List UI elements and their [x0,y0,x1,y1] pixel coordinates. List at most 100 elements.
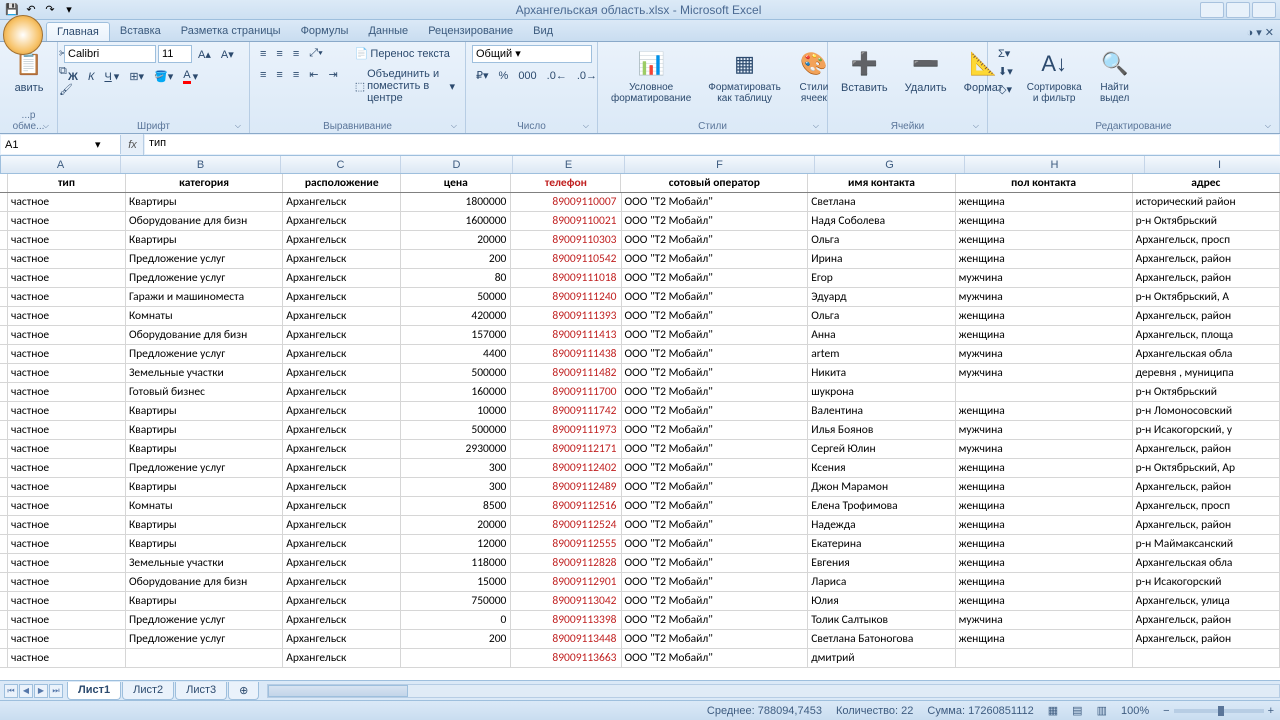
table-row[interactable]: частноеКомнатыАрхангельск850089009112516… [0,497,1280,516]
table-row[interactable]: частноеКомнатыАрхангельск420000890091113… [0,307,1280,326]
cell[interactable]: ООО "Т2 Мобайл" [622,611,809,629]
table-row[interactable]: частноеКвартирыАрхангельск75000089009113… [0,592,1280,611]
cell[interactable]: Архангельск [283,326,401,344]
cell[interactable]: Квартиры [126,478,283,496]
cell[interactable]: Евгения [808,554,955,572]
cell[interactable]: Лариса [808,573,955,591]
cell[interactable]: Эдуард [808,288,955,306]
cell[interactable]: 500000 [401,364,511,382]
cell[interactable]: ООО "Т2 Мобайл" [622,421,809,439]
cell[interactable]: Предложение услуг [126,269,283,287]
cell[interactable]: Надя Соболева [808,212,955,230]
cell[interactable]: частное [8,288,126,306]
header-cell[interactable]: тип [8,174,126,192]
cell[interactable]: частное [8,231,126,249]
office-button[interactable] [3,15,43,55]
cell[interactable]: 89009111973 [511,421,621,439]
cell[interactable]: Никита [808,364,955,382]
cell[interactable]: ООО "Т2 Мобайл" [622,459,809,477]
cell[interactable]: частное [8,383,126,401]
cell[interactable]: Анна [808,326,955,344]
align-middle-icon[interactable]: ≡ [272,45,286,62]
delete-cells-button[interactable]: ➖Удалить [898,45,954,97]
increase-font-icon[interactable]: A▴ [194,46,215,63]
cell[interactable]: частное [8,212,126,230]
cell[interactable]: ООО "Т2 Мобайл" [622,516,809,534]
cell[interactable]: 750000 [401,592,511,610]
fx-button[interactable]: fx [122,134,144,155]
cell[interactable]: 89009110303 [511,231,621,249]
sheet-tab[interactable]: Лист3 [175,682,227,700]
header-cell[interactable]: телефон [511,174,621,192]
header-cell[interactable]: сотовый оператор [621,174,808,192]
cell[interactable]: Архангельск [283,516,401,534]
cell[interactable]: Архангельск [283,573,401,591]
table-row[interactable]: частноеПредложение услугАрхангельск80890… [0,269,1280,288]
cell[interactable]: шукрона [808,383,955,401]
cell[interactable]: 200 [401,250,511,268]
cell[interactable]: женщина [956,630,1133,648]
table-row[interactable]: частноеОборудование для бизнАрхангельск1… [0,573,1280,592]
wrap-text-button[interactable]: 📄 Перенос текста [351,45,459,62]
cell[interactable]: деревня , муниципа [1133,364,1280,382]
view-normal-icon[interactable]: ▦ [1048,704,1058,717]
cell[interactable]: 89009110007 [511,193,621,211]
autosum-icon[interactable]: Σ▾ [994,45,1017,62]
cell[interactable]: Предложение услуг [126,250,283,268]
table-row[interactable]: частноеГотовый бизнесАрхангельск16000089… [0,383,1280,402]
cell[interactable]: 0 [401,611,511,629]
cell[interactable]: Квартиры [126,231,283,249]
cell[interactable]: Квартиры [126,440,283,458]
cell[interactable]: частное [8,326,126,344]
decrease-font-icon[interactable]: A▾ [217,46,238,63]
cell[interactable] [956,383,1133,401]
cell[interactable]: Ольга [808,231,955,249]
cell[interactable]: Архангельск [283,592,401,610]
cell[interactable]: Комнаты [126,307,283,325]
cell[interactable]: 89009112901 [511,573,621,591]
cell[interactable]: Светлана [808,193,955,211]
align-left-icon[interactable]: ≡ [256,66,270,83]
cell[interactable]: Оборудование для бизн [126,326,283,344]
cell[interactable]: 89009113663 [511,649,621,667]
cell[interactable]: Архангельск [283,307,401,325]
cell[interactable]: Оборудование для бизн [126,212,283,230]
find-select-button[interactable]: 🔍Найти выдел [1092,45,1138,107]
cell[interactable]: ООО "Т2 Мобайл" [622,383,809,401]
cell[interactable]: женщина [956,516,1133,534]
cell[interactable]: Архангельск, район [1133,516,1280,534]
help-icon[interactable]: ◑ ▾ ✕ [1241,24,1280,41]
table-row[interactable]: частноеПредложение услугАрхангельск08900… [0,611,1280,630]
cell[interactable]: ООО "Т2 Мобайл" [622,212,809,230]
sheet-next-icon[interactable]: ▶ [34,684,48,698]
column-header[interactable]: A [1,156,121,173]
cell[interactable]: 1600000 [401,212,511,230]
cell[interactable]: 89009110542 [511,250,621,268]
new-sheet-button[interactable]: ⊕ [228,682,259,700]
number-format-select[interactable]: Общий ▾ [472,45,592,63]
cell[interactable]: частное [8,269,126,287]
cell[interactable]: Архангельск, просп [1133,497,1280,515]
cell[interactable]: ООО "Т2 Мобайл" [622,554,809,572]
column-header[interactable]: E [513,156,625,173]
cell[interactable]: Валентина [808,402,955,420]
table-row[interactable]: частноеОборудование для бизнАрхангельск1… [0,212,1280,231]
cell[interactable]: частное [8,459,126,477]
table-row[interactable]: частноеКвартирыАрхангельск10000890091117… [0,402,1280,421]
cell[interactable]: женщина [956,250,1133,268]
cell[interactable]: 89009113042 [511,592,621,610]
insert-cells-button[interactable]: ➕Вставить [834,45,895,97]
maximize-button[interactable] [1226,2,1250,18]
cell[interactable]: р-н Октябрьский [1133,212,1280,230]
cell[interactable]: женщина [956,326,1133,344]
indent-decrease-icon[interactable]: ⇤ [305,66,322,83]
zoom-out-icon[interactable]: − [1163,705,1169,717]
cell[interactable]: Комнаты [126,497,283,515]
cell[interactable]: мужчина [956,421,1133,439]
tab-формулы[interactable]: Формулы [291,22,359,41]
table-row[interactable]: частноеПредложение услугАрхангельск20089… [0,250,1280,269]
cell[interactable]: 20000 [401,516,511,534]
cell[interactable]: исторический район [1133,193,1280,211]
cell[interactable]: женщина [956,231,1133,249]
cell[interactable] [956,649,1133,667]
